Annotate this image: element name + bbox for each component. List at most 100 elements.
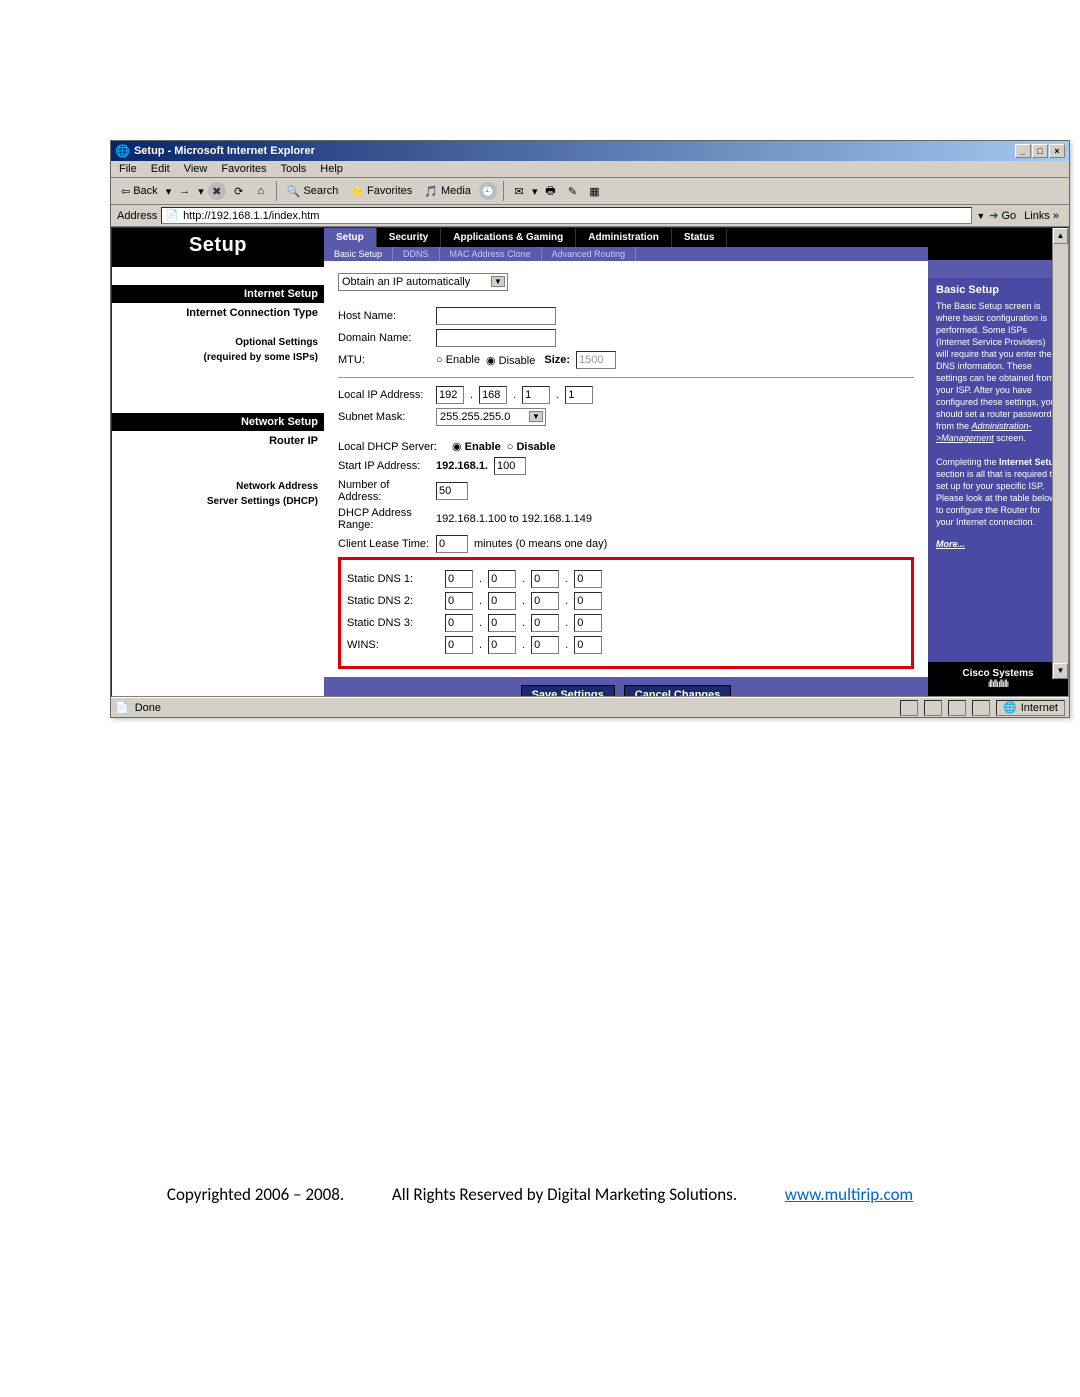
wins-oct1[interactable] (445, 636, 473, 654)
url-input[interactable]: 📄 http://192.168.1.1/index.htm (161, 207, 972, 224)
mtu-enable-radio[interactable]: ○ Enable (436, 354, 480, 366)
ip-oct3[interactable] (522, 386, 550, 404)
localip-label: Local IP Address: (338, 389, 430, 401)
dns2-oct1[interactable] (445, 592, 473, 610)
content-area: Setup Internet Setup Internet Connection… (111, 227, 1069, 697)
label-optional2: (required by some ISPs) (112, 350, 324, 365)
range-label: DHCP Address Range: (338, 507, 430, 531)
wins-oct2[interactable] (488, 636, 516, 654)
favorites-button[interactable]: ⭐ Favorites (346, 183, 416, 200)
maximize-button[interactable]: □ (1032, 144, 1048, 158)
status-text: Done (135, 702, 161, 714)
subnet-label: Subnet Mask: (338, 411, 430, 423)
dhcp-enable-radio[interactable]: ◉ Enable (452, 440, 501, 453)
search-button[interactable]: 🔍 Search (283, 183, 343, 200)
cisco-logo: Cisco Systems (928, 662, 1068, 696)
subtab-mac[interactable]: MAC Address Clone (440, 247, 542, 261)
dns1-oct1[interactable] (445, 570, 473, 588)
dns2-oct3[interactable] (531, 592, 559, 610)
print-icon[interactable]: 🖶 (541, 182, 559, 200)
subtab-basic[interactable]: Basic Setup (324, 247, 393, 261)
refresh-icon[interactable]: ⟳ (230, 182, 248, 200)
dns3-oct3[interactable] (531, 614, 559, 632)
menu-file[interactable]: File (119, 163, 137, 175)
mtu-disable-radio[interactable]: ◉ Disable (486, 354, 535, 367)
left-sidebar: Setup Internet Setup Internet Connection… (112, 228, 324, 696)
minimize-button[interactable]: _ (1015, 144, 1031, 158)
tab-setup[interactable]: Setup (324, 228, 377, 247)
label-net-addr: Network Address (112, 479, 324, 494)
numaddr-input[interactable] (436, 482, 468, 500)
scroll-up-icon[interactable]: ▲ (1053, 228, 1068, 244)
dhcp-disable-radio[interactable]: ○ Disable (507, 441, 556, 453)
range-value: 192.168.1.100 to 192.168.1.149 (436, 513, 592, 525)
tab-admin[interactable]: Administration (576, 228, 672, 247)
ip-oct1[interactable] (436, 386, 464, 404)
history-icon[interactable]: 🕘 (479, 182, 497, 200)
wins-oct4[interactable] (574, 636, 602, 654)
wins-oct3[interactable] (531, 636, 559, 654)
window-title: Setup - Microsoft Internet Explorer (134, 145, 315, 157)
save-button[interactable]: Save Settings (521, 685, 615, 697)
cancel-button[interactable]: Cancel Changes (624, 685, 732, 697)
links-button[interactable]: Links » (1020, 210, 1063, 222)
help-text2c: section is all that is required to set u… (936, 469, 1057, 527)
mtu-label: MTU: (338, 354, 430, 366)
stop-icon[interactable]: ✖ (208, 182, 226, 200)
go-button[interactable]: ➔Go (989, 209, 1016, 222)
menu-view[interactable]: View (184, 163, 208, 175)
footer-link[interactable]: www.multirip.com (785, 1184, 913, 1205)
button-row: Save Settings Cancel Changes (324, 677, 928, 697)
ip-oct2[interactable] (479, 386, 507, 404)
ip-oct4[interactable] (565, 386, 593, 404)
tab-security[interactable]: Security (377, 228, 441, 247)
domain-input[interactable] (436, 329, 556, 347)
lease-input[interactable] (436, 535, 468, 553)
dns-highlight-box: Static DNS 1: . . . Static DNS 2: . . (338, 557, 914, 669)
address-bar: Address 📄 http://192.168.1.1/index.htm ▼… (111, 205, 1069, 227)
forward-button[interactable]: → (175, 183, 194, 199)
url-dropdown-icon[interactable]: ▼ (976, 211, 985, 221)
host-input[interactable] (436, 307, 556, 325)
tab-status[interactable]: Status (672, 228, 728, 247)
dns3-oct4[interactable] (574, 614, 602, 632)
sub-tabs: Basic Setup DDNS MAC Address Clone Advan… (324, 247, 928, 261)
menu-tools[interactable]: Tools (281, 163, 307, 175)
help-sidebar: Basic Setup The Basic Setup screen is wh… (928, 228, 1068, 696)
footer-rights: All Rights Reserved by Digital Marketing… (392, 1184, 737, 1205)
close-button[interactable]: × (1049, 144, 1065, 158)
vertical-scrollbar[interactable]: ▲ ▼ (1052, 228, 1068, 679)
more-link[interactable]: More... (936, 538, 965, 550)
menu-favorites[interactable]: Favorites (221, 163, 266, 175)
menu-edit[interactable]: Edit (151, 163, 170, 175)
subtab-adv[interactable]: Advanced Routing (542, 247, 637, 261)
mail-icon[interactable]: ✉ (510, 182, 528, 200)
dns3-oct1[interactable] (445, 614, 473, 632)
dns2-oct4[interactable] (574, 592, 602, 610)
edit-icon[interactable]: ✎ (563, 182, 581, 200)
scroll-down-icon[interactable]: ▼ (1053, 663, 1068, 679)
mtu-size-input[interactable] (576, 351, 616, 369)
status-cell (948, 700, 966, 716)
subtab-ddns[interactable]: DDNS (393, 247, 440, 261)
lease-note: minutes (0 means one day) (474, 538, 607, 550)
home-icon[interactable]: ⌂ (252, 182, 270, 200)
back-button[interactable]: ⇦ Back (117, 183, 162, 200)
ie-icon: 🌐 (115, 144, 130, 158)
tab-apps[interactable]: Applications & Gaming (441, 228, 576, 247)
dns2-oct2[interactable] (488, 592, 516, 610)
subnet-select[interactable]: 255.255.255.0 (436, 408, 546, 426)
cisco-bars-icon (988, 679, 1008, 690)
dns3-oct2[interactable] (488, 614, 516, 632)
label-conn-type: Internet Connection Type (112, 303, 324, 323)
menu-help[interactable]: Help (320, 163, 343, 175)
label-dhcp: Server Settings (DHCP) (112, 494, 324, 509)
dns1-oct3[interactable] (531, 570, 559, 588)
startip-input[interactable] (494, 457, 526, 475)
dns1-oct2[interactable] (488, 570, 516, 588)
dns1-oct4[interactable] (574, 570, 602, 588)
discuss-icon[interactable]: ▦ (585, 182, 603, 200)
media-button[interactable]: 🎵 Media (420, 183, 475, 200)
conn-type-select[interactable]: Obtain an IP automatically (338, 273, 508, 291)
browser-window: 🌐 Setup - Microsoft Internet Explorer _ … (110, 140, 1070, 718)
